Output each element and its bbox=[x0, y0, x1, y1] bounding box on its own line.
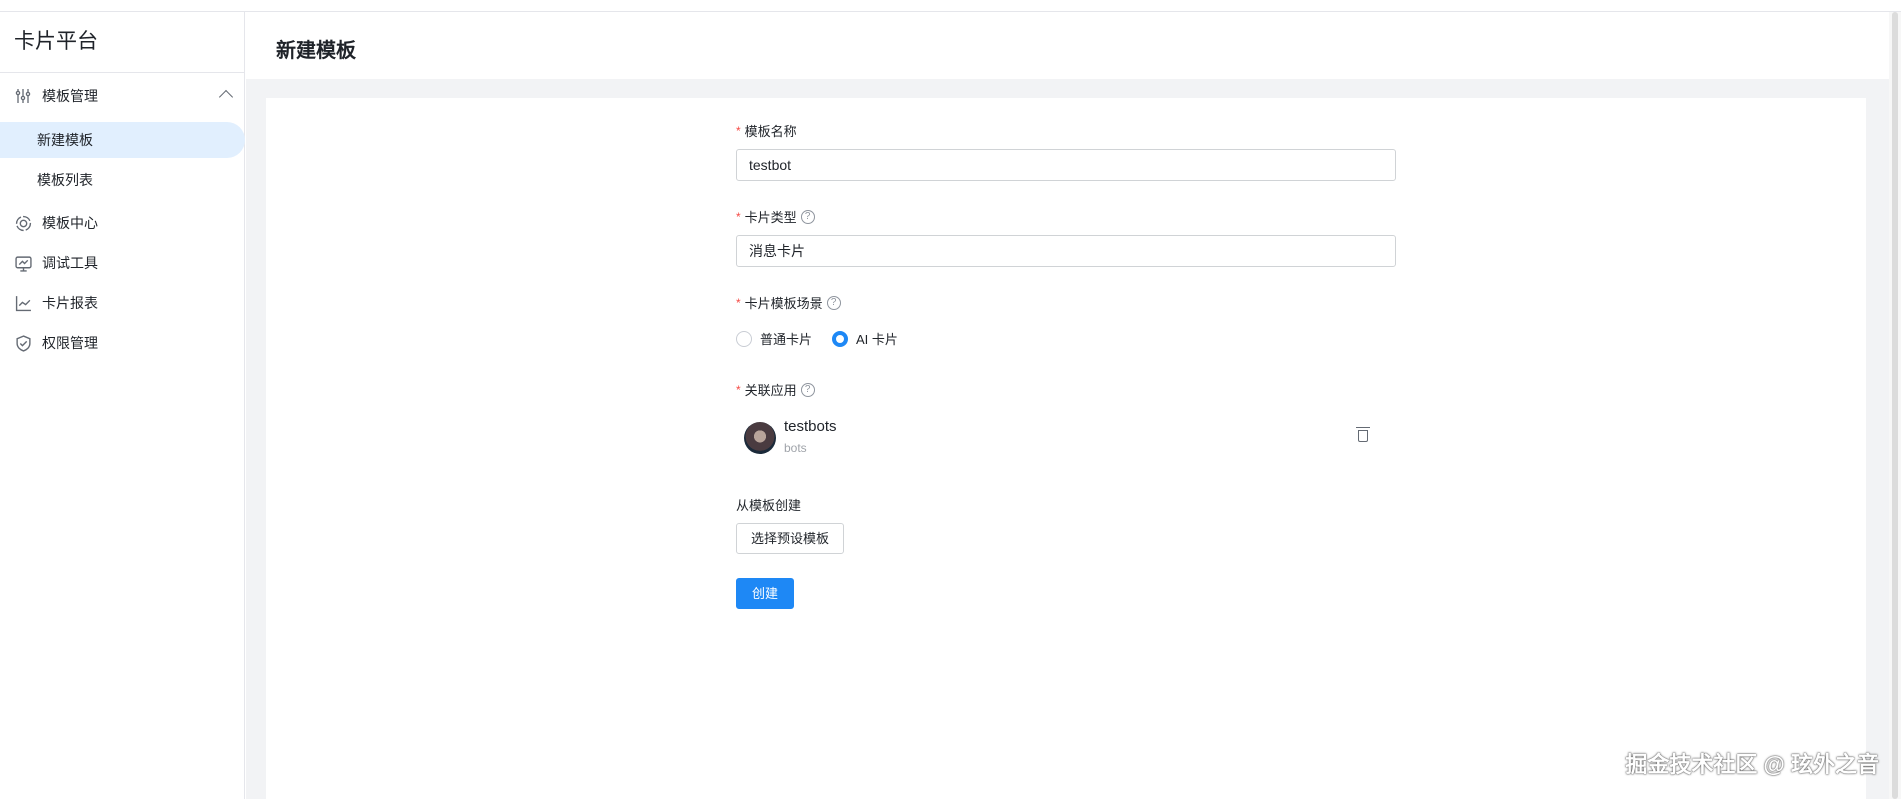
scrollbar-thumb[interactable] bbox=[1892, 12, 1898, 799]
from-template-label: 从模板创建 bbox=[736, 495, 801, 514]
app-subtitle: bots bbox=[784, 441, 807, 455]
top-strip bbox=[0, 0, 1901, 12]
radio-ai-card[interactable]: AI 卡片 bbox=[832, 329, 898, 348]
sidebar-item-label: 模板中心 bbox=[42, 213, 98, 233]
radio-normal-card[interactable]: 普通卡片 bbox=[736, 329, 812, 348]
line-chart-icon bbox=[14, 294, 32, 312]
help-icon[interactable]: ? bbox=[801, 383, 815, 397]
sliders-icon bbox=[14, 87, 32, 105]
sidebar-item-permissions[interactable]: 权限管理 bbox=[0, 325, 245, 361]
brand-title: 卡片平台 bbox=[0, 12, 244, 73]
linked-app-label: *关联应用? bbox=[736, 380, 815, 399]
card-type-label: *卡片类型? bbox=[736, 207, 815, 226]
template-name-input[interactable]: testbot bbox=[736, 149, 1396, 181]
scrollbar[interactable] bbox=[1889, 12, 1901, 799]
card-scene-label: *卡片模板场景? bbox=[736, 293, 841, 312]
radio-circle-checked[interactable] bbox=[832, 331, 848, 347]
help-icon[interactable]: ? bbox=[801, 210, 815, 224]
page-title: 新建模板 bbox=[276, 34, 356, 63]
sidebar-item-template-center[interactable]: 模板中心 bbox=[0, 205, 245, 241]
shield-icon bbox=[14, 334, 32, 352]
card-type-input[interactable]: 消息卡片 bbox=[736, 235, 1396, 267]
help-icon[interactable]: ? bbox=[827, 296, 841, 310]
sidebar-item-template-management[interactable]: 模板管理 bbox=[0, 78, 245, 114]
target-icon bbox=[14, 214, 32, 232]
monitor-icon bbox=[14, 254, 32, 272]
watermark: 掘金技术社区 @ 玹外之音 bbox=[1625, 747, 1879, 779]
create-button[interactable]: 创建 bbox=[736, 578, 794, 609]
sidebar-item-label: 卡片报表 bbox=[42, 293, 98, 313]
template-name-label: *模板名称 bbox=[736, 121, 797, 140]
trash-icon[interactable] bbox=[1358, 430, 1368, 442]
sidebar-item-template-list[interactable]: 模板列表 bbox=[0, 162, 245, 198]
sidebar-item-new-template[interactable]: 新建模板 bbox=[0, 122, 245, 158]
radio-circle[interactable] bbox=[736, 331, 752, 347]
sidebar-item-label: 权限管理 bbox=[42, 333, 98, 353]
sidebar-item-label: 调试工具 bbox=[42, 253, 98, 273]
app-avatar bbox=[744, 422, 776, 454]
sidebar-item-label: 新建模板 bbox=[37, 130, 93, 150]
linked-app-item: testbots bots bbox=[744, 416, 1384, 460]
sidebar-item-label: 模板列表 bbox=[37, 170, 93, 190]
sidebar-item-card-reports[interactable]: 卡片报表 bbox=[0, 285, 245, 321]
select-preset-template-button[interactable]: 选择预设模板 bbox=[736, 523, 844, 554]
sidebar: 卡片平台 模板管理 新建模板 模板列表 模板中心 调试工具 卡片报表 权限管理 bbox=[0, 12, 245, 799]
sidebar-item-label: 模板管理 bbox=[42, 86, 98, 106]
sidebar-item-debug-tools[interactable]: 调试工具 bbox=[0, 245, 245, 281]
chevron-up-icon[interactable] bbox=[219, 90, 233, 104]
app-name: testbots bbox=[784, 418, 837, 435]
page-header: 新建模板 bbox=[246, 12, 1901, 79]
